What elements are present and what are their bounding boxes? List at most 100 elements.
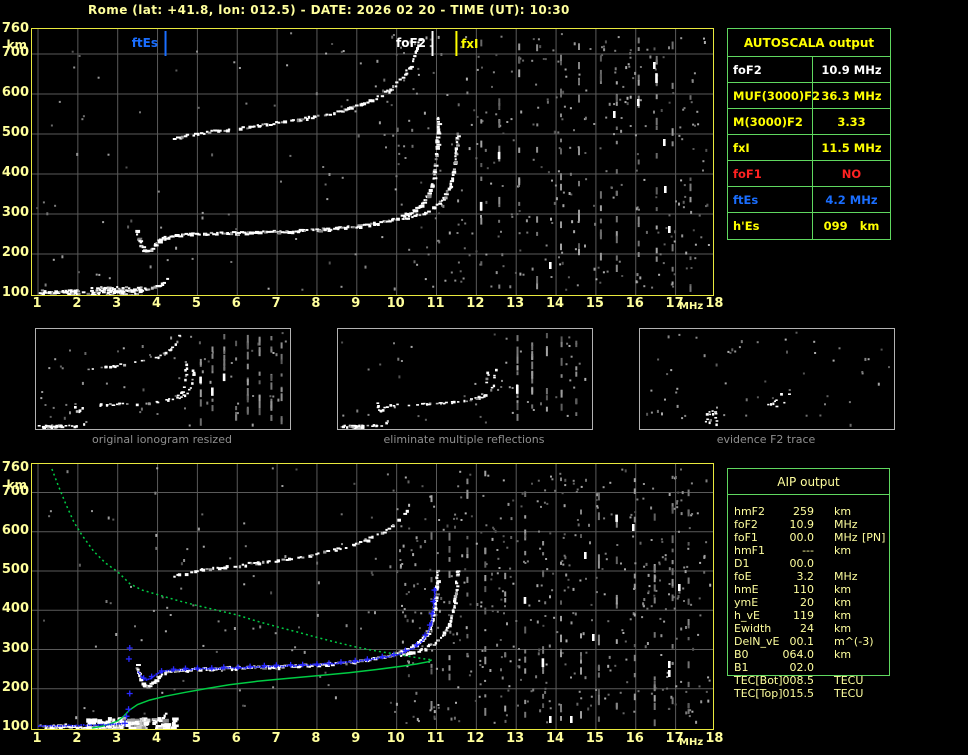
autoscala-row-fof1: foF1NO bbox=[728, 161, 890, 187]
x-tick-label: 8 bbox=[304, 731, 328, 746]
aip-row-label: foF2 bbox=[734, 518, 758, 531]
x-tick-label: 14 bbox=[543, 296, 567, 311]
aip-row-unit: MHz bbox=[834, 531, 858, 544]
aip-row-hmf1: hmF1---km bbox=[728, 544, 891, 557]
autoscala-row-label: MUF(3000)F2 bbox=[728, 83, 813, 108]
aip-row-h-ve: h_vE119 km bbox=[728, 609, 891, 622]
bottom-ionogram-plot bbox=[31, 463, 714, 730]
aip-row-unit: km bbox=[834, 622, 851, 635]
aip-row-deln-ve: DelN_vE00.1m^(-3) bbox=[728, 635, 891, 648]
x-tick-label: 17 bbox=[663, 731, 687, 746]
aip-row-value: 00.1 bbox=[762, 635, 814, 648]
x-tick-label: 17 bbox=[663, 296, 687, 311]
aip-row-label: h_vE bbox=[734, 609, 760, 622]
autoscala-row-muf-3000-f2: MUF(3000)F236.3 MHz bbox=[728, 83, 890, 109]
ftes-marker-label: ftEs bbox=[104, 36, 158, 50]
aip-row-tec-bot-: TEC[Bot]008.5TECU bbox=[728, 674, 891, 687]
aip-row-unit: km bbox=[834, 596, 851, 609]
x-tick-label: 16 bbox=[623, 296, 647, 311]
aip-row-value: 02.0 bbox=[762, 661, 814, 674]
autoscala-row-value: NO bbox=[813, 161, 890, 186]
aip-row-value: 00.0 bbox=[762, 557, 814, 570]
x-tick-label: 11 bbox=[424, 296, 448, 311]
autoscala-table-title: AUTOSCALA output bbox=[728, 29, 890, 57]
x-tick-label: 4 bbox=[145, 296, 169, 311]
aip-row-unit: m^(-3) bbox=[834, 635, 873, 648]
autoscala-row-fxi: fxI11.5 MHz bbox=[728, 135, 890, 161]
autoscala-row-label: foF1 bbox=[728, 161, 813, 186]
aip-row-unit: km bbox=[834, 609, 851, 622]
aip-row-value: 10.9 bbox=[762, 518, 814, 531]
autoscala-row-value: 11.5 MHz bbox=[813, 135, 890, 160]
autoscala-row-fof2: foF210.9 MHz bbox=[728, 57, 890, 83]
aip-row-foe: foE3.2MHz bbox=[728, 570, 891, 583]
y-tick-label: 600 bbox=[0, 523, 29, 538]
aip-row-unit: TECU bbox=[834, 687, 863, 700]
aip-row-tec-top-: TEC[Top]015.5TECU bbox=[728, 687, 891, 700]
y-tick-label: 200 bbox=[0, 680, 29, 695]
y-tick-label: 400 bbox=[0, 601, 29, 616]
y-tick-label: 500 bbox=[0, 562, 29, 577]
y-tick-label: 500 bbox=[0, 125, 29, 140]
x-tick-label: 18 bbox=[702, 731, 726, 746]
x-tick-label: 7 bbox=[264, 296, 288, 311]
thumbnail-eliminate-canvas bbox=[338, 329, 592, 429]
autoscala-output-table: AUTOSCALA output foF210.9 MHzMUF(3000)F2… bbox=[727, 28, 891, 240]
x-tick-label: 6 bbox=[224, 296, 248, 311]
y-tick-label: 100 bbox=[0, 285, 29, 300]
aip-row-label: foF1 bbox=[734, 531, 758, 544]
autoscala-row-m-3000-f2: M(3000)F23.33 bbox=[728, 109, 890, 135]
aip-row-value: 119 bbox=[762, 609, 814, 622]
y-tick-label: 400 bbox=[0, 165, 29, 180]
y-tick-label: 200 bbox=[0, 245, 29, 260]
x-tick-label: 9 bbox=[344, 296, 368, 311]
aip-row-unit: km bbox=[834, 648, 851, 661]
x-tick-label: 6 bbox=[224, 731, 248, 746]
autoscala-row-h-es: h'Es099 km bbox=[728, 213, 890, 239]
x-tick-label: 12 bbox=[463, 296, 487, 311]
fxi-marker-label: fxI bbox=[461, 37, 478, 51]
thumbnail-eliminate-reflections bbox=[337, 328, 593, 430]
autoscala-row-value: 10.9 MHz bbox=[813, 57, 890, 82]
aip-row-unit: MHz bbox=[834, 518, 858, 531]
autoscala-row-label: foF2 bbox=[728, 57, 813, 82]
aip-row-label: hmF2 bbox=[734, 505, 765, 518]
aip-row-unit: km bbox=[834, 505, 851, 518]
top-ionogram-plot bbox=[31, 28, 714, 296]
aip-row-b1: B1 02.0 bbox=[728, 661, 891, 674]
top-ionogram-canvas bbox=[32, 29, 713, 295]
x-tick-label: 11 bbox=[424, 731, 448, 746]
y-tick-label: 760 bbox=[0, 460, 29, 475]
thumbnail-original-ionogram bbox=[35, 328, 291, 430]
x-tick-label: 3 bbox=[105, 296, 129, 311]
aip-row-label: hmE bbox=[734, 583, 759, 596]
x-tick-label: 2 bbox=[65, 731, 89, 746]
page-title: Rome (lat: +41.8, lon: 012.5) - DATE: 20… bbox=[88, 3, 570, 17]
autoscala-row-value: 36.3 MHz bbox=[813, 83, 890, 108]
aip-row-fof2: foF2 10.9 MHz bbox=[728, 518, 891, 531]
aip-row-label: foE bbox=[734, 570, 752, 583]
aip-row-d1: D100.0 bbox=[728, 557, 891, 570]
aip-row-extra: [PN] bbox=[862, 531, 885, 544]
x-tick-label: 9 bbox=[344, 731, 368, 746]
x-tick-label: 13 bbox=[503, 296, 527, 311]
y-tick-label: 700 bbox=[0, 45, 29, 60]
thumbnail-evidence-canvas bbox=[640, 329, 894, 429]
aip-row-value: 064.0 bbox=[762, 648, 814, 661]
aip-table-title: AIP output bbox=[728, 469, 889, 495]
x-tick-label: 13 bbox=[503, 731, 527, 746]
aip-row-label: B1 bbox=[734, 661, 749, 674]
autoscala-row-value: 4.2 MHz bbox=[813, 187, 890, 212]
x-tick-label: 5 bbox=[184, 296, 208, 311]
x-tick-label: 16 bbox=[623, 731, 647, 746]
x-tick-label: 8 bbox=[304, 296, 328, 311]
aip-row-value: 259 bbox=[762, 505, 814, 518]
aip-row-value: 008.5 bbox=[762, 674, 814, 687]
thumbnail-caption-original: original ionogram resized bbox=[34, 433, 290, 446]
x-tick-label: 2 bbox=[65, 296, 89, 311]
autoscala-row-label: fxI bbox=[728, 135, 813, 160]
aip-row-unit: TECU bbox=[834, 674, 863, 687]
aip-row-value: 3.2 bbox=[762, 570, 814, 583]
x-tick-label: 10 bbox=[384, 731, 408, 746]
aip-row-fof1: foF100.0MHz[PN] bbox=[728, 531, 891, 544]
